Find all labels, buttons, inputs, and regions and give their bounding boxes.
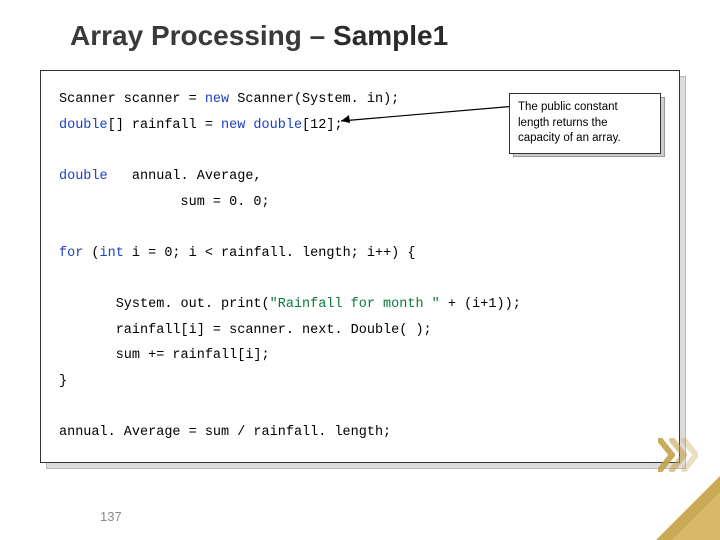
code-text: (: [83, 246, 99, 261]
code-container: Scanner scanner = new Scanner(System. in…: [40, 70, 680, 463]
title-prefix: Array Processing –: [70, 20, 333, 51]
code-line-4: sum = 0. 0;: [59, 190, 661, 216]
code-line-8: sum += rainfall[i];: [59, 343, 661, 369]
corner-accent-inner: [672, 492, 720, 540]
code-text: sum = 0. 0;: [59, 195, 270, 210]
keyword-double: double: [59, 118, 108, 133]
code-line-5: for (int i = 0; i < rainfall. length; i+…: [59, 241, 661, 267]
callout-text: The public constant: [518, 101, 618, 113]
code-blank: [59, 215, 661, 241]
page-number: 137: [100, 509, 122, 524]
keyword-new: new: [205, 92, 229, 107]
code-text: [12];: [302, 118, 343, 133]
code-text: + (i+1));: [440, 297, 521, 312]
code-line-7: rainfall[i] = scanner. next. Double( );: [59, 318, 661, 344]
slide-title: Array Processing – Sample1: [70, 20, 690, 52]
code-line-3: double annual. Average,: [59, 164, 661, 190]
code-text: sum += rainfall[i];: [59, 348, 270, 363]
code-blank: [59, 266, 661, 292]
chevron-decoration: [658, 438, 698, 472]
code-text: System. out. print(: [59, 297, 270, 312]
title-emph: Sample1: [333, 20, 448, 51]
slide: Array Processing – Sample1 Scanner scann…: [0, 0, 720, 540]
code-text: annual. Average = sum / rainfall. length…: [59, 425, 391, 440]
keyword-int: int: [100, 246, 124, 261]
keyword-for: for: [59, 246, 83, 261]
code-text: [] rainfall =: [108, 118, 221, 133]
keyword-new-double: new double: [221, 118, 302, 133]
code-text: }: [59, 374, 67, 389]
callout-keyword: length: [518, 117, 549, 129]
callout-container: The public constant length returns the c…: [509, 93, 661, 154]
code-text: i = 0; i < rainfall. length; i++) {: [124, 246, 416, 261]
code-line-6: System. out. print("Rainfall for month "…: [59, 292, 661, 318]
code-box: Scanner scanner = new Scanner(System. in…: [40, 70, 680, 463]
code-text: rainfall[i] = scanner. next. Double( );: [59, 323, 432, 338]
string-literal: "Rainfall for month ": [270, 297, 440, 312]
keyword-double: double: [59, 169, 108, 184]
code-blank: [59, 395, 661, 421]
code-line-10: annual. Average = sum / rainfall. length…: [59, 420, 661, 446]
code-text: Scanner scanner =: [59, 92, 205, 107]
code-text: Scanner(System. in);: [229, 92, 399, 107]
code-line-9: }: [59, 369, 661, 395]
code-text: annual. Average,: [108, 169, 262, 184]
callout-box: The public constant length returns the c…: [509, 93, 661, 154]
